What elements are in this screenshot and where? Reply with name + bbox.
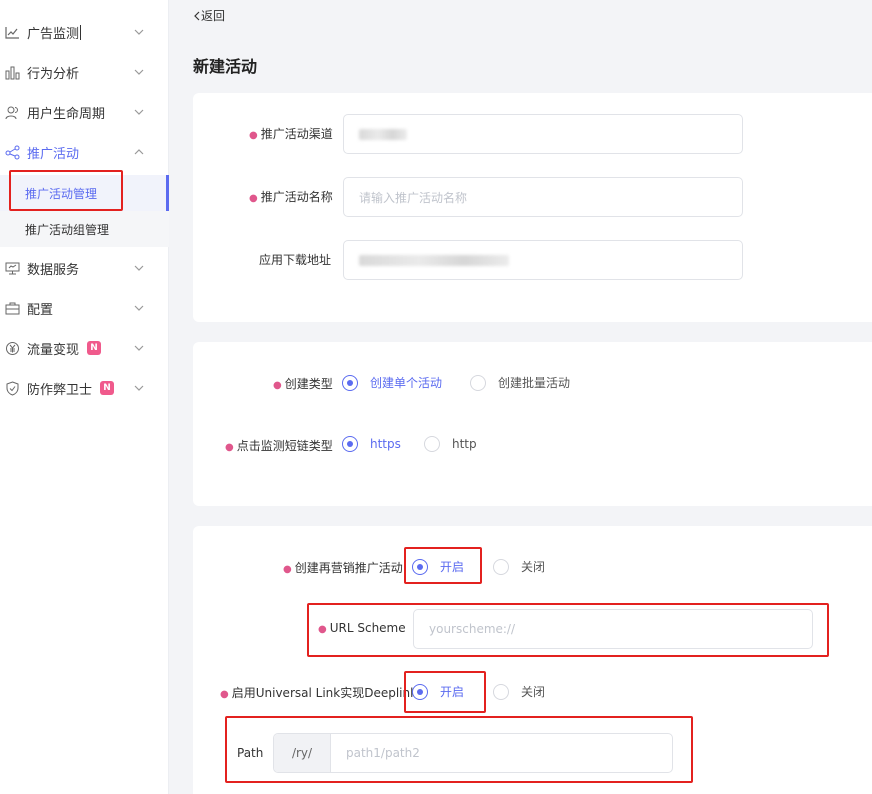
annotation-highlight [9, 170, 123, 211]
universal-link-label: ● 启用Universal Link实现Deeplink [220, 686, 418, 700]
chevron-left-icon [194, 11, 200, 20]
monitor-icon [5, 261, 20, 276]
channel-select[interactable] [343, 114, 743, 154]
chevron-down-icon [134, 109, 144, 115]
type-card [193, 342, 872, 506]
redacted-value [359, 128, 407, 140]
radio-circle [493, 683, 509, 700]
sidebar-item-behavior-analysis[interactable]: 行为分析 [0, 52, 169, 92]
new-badge: N [87, 341, 101, 355]
sidebar-subitem-promotion-group-management[interactable]: 推广活动组管理 [0, 211, 169, 247]
chevron-down-icon [134, 69, 144, 75]
download-url-label: 应用下载地址 [259, 253, 332, 267]
shield-icon [5, 380, 20, 396]
universal-link-off-radio[interactable]: 关闭 [493, 683, 545, 700]
radio-label: https [370, 437, 401, 451]
share-icon [5, 145, 20, 160]
sidebar-item-label: 防作弊卫士 [27, 382, 93, 398]
name-placeholder: 请输入推广活动名称 [359, 190, 468, 205]
sidebar-item-label: 广告监测 [27, 26, 80, 42]
sidebar-item-label: 行为分析 [27, 66, 80, 82]
radio-circle [493, 558, 509, 575]
bar-chart-icon [5, 65, 20, 80]
remarketing-label: ● 创建再营销推广活动 [283, 561, 403, 575]
download-url-input[interactable] [343, 240, 743, 280]
create-single-radio[interactable]: 创建单个活动 [342, 374, 442, 391]
sidebar-item-label: 流量变现 [27, 342, 80, 358]
https-radio[interactable]: https [342, 436, 401, 452]
line-chart-icon [5, 25, 20, 40]
sidebar-item-ad-monitoring[interactable]: 广告监测 [0, 12, 169, 52]
sidebar-item-label: 推广活动 [27, 146, 80, 162]
sidebar-item-label: 用户生命周期 [27, 106, 106, 122]
chevron-down-icon [134, 305, 144, 311]
annotation-highlight [307, 603, 829, 657]
chevron-down-icon [134, 29, 144, 35]
sidebar-item-label: 配置 [27, 302, 54, 318]
link-type-label: ● 点击监测短链类型 [225, 439, 333, 453]
back-label: 返回 [201, 9, 226, 23]
http-radio[interactable]: http [424, 436, 477, 452]
text-cursor [80, 25, 81, 40]
radio-circle [424, 436, 440, 452]
yuan-icon [5, 341, 20, 356]
radio-label: 创建批量活动 [498, 376, 571, 390]
sidebar-item-label: 数据服务 [27, 262, 80, 278]
radio-circle [470, 374, 486, 391]
sidebar: 广告监测 行为分析 用户生命周期 推广活动 推广活动管理 推广活动组管理 数据服… [0, 0, 169, 794]
radio-label: http [452, 437, 477, 451]
radio-label: 关闭 [521, 560, 546, 574]
new-badge: N [100, 381, 114, 395]
annotation-highlight [404, 671, 486, 713]
create-batch-radio[interactable]: 创建批量活动 [470, 374, 570, 391]
name-input[interactable]: 请输入推广活动名称 [343, 177, 743, 217]
sidebar-item-data-service[interactable]: 数据服务 [0, 248, 169, 288]
sidebar-subitem-label: 推广活动组管理 [25, 222, 110, 237]
radio-label: 创建单个活动 [370, 376, 443, 390]
radio-circle [342, 374, 358, 391]
sidebar-item-traffic-monetization[interactable]: 流量变现 N [0, 328, 169, 368]
annotation-highlight [225, 716, 693, 783]
briefcase-icon [5, 301, 20, 316]
users-icon [5, 105, 20, 120]
sidebar-item-anti-fraud[interactable]: 防作弊卫士 N [0, 368, 169, 408]
channel-label: ● 推广活动渠道 [249, 127, 333, 141]
redacted-value [359, 254, 509, 266]
sidebar-item-user-lifecycle[interactable]: 用户生命周期 [0, 92, 169, 132]
chevron-down-icon [134, 385, 144, 391]
radio-circle [342, 436, 358, 452]
chevron-up-icon [134, 149, 144, 155]
chevron-down-icon [134, 345, 144, 351]
chevron-down-icon [134, 265, 144, 271]
sidebar-item-promotion[interactable]: 推广活动 [0, 132, 169, 172]
page-title: 新建活动 [193, 57, 258, 76]
annotation-highlight [404, 547, 482, 584]
back-link[interactable]: 返回 [193, 7, 225, 24]
remarketing-off-radio[interactable]: 关闭 [493, 558, 545, 575]
name-label: ● 推广活动名称 [249, 190, 333, 204]
radio-label: 关闭 [521, 685, 546, 699]
sidebar-item-config[interactable]: 配置 [0, 288, 169, 328]
create-type-label: ● 创建类型 [273, 377, 333, 391]
